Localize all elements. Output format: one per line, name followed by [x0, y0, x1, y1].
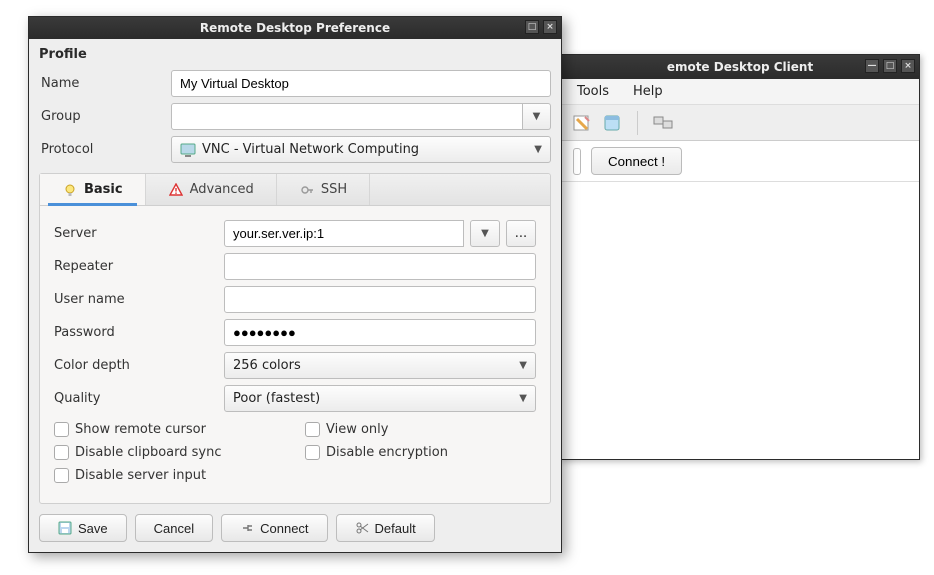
tab-frame: Basic Advanced SSH Server — [39, 173, 551, 504]
protocol-combo[interactable]: VNC - Virtual Network Computing ▼ — [171, 136, 551, 163]
username-input[interactable] — [224, 286, 536, 313]
tab-advanced[interactable]: Advanced — [146, 174, 277, 205]
check-label: Disable clipboard sync — [75, 445, 222, 460]
protocol-value: VNC - Virtual Network Computing — [202, 142, 419, 157]
menu-tools[interactable]: Tools — [577, 84, 609, 99]
maximize-button[interactable]: □ — [883, 59, 897, 73]
save-button[interactable]: Save — [39, 514, 127, 542]
check-view-only[interactable]: View only — [305, 422, 536, 437]
server-dropdown-button[interactable]: ▼ — [470, 220, 500, 247]
check-label: Disable server input — [75, 468, 206, 483]
cancel-label: Cancel — [154, 521, 194, 536]
cancel-button[interactable]: Cancel — [135, 514, 213, 542]
toolbar-separator — [637, 111, 638, 135]
client-menubar: Tools Help — [561, 79, 919, 105]
address-input[interactable] — [573, 148, 581, 175]
repeater-label: Repeater — [54, 259, 224, 274]
server-browse-button[interactable]: ... — [506, 220, 536, 247]
check-disable-encryption[interactable]: Disable encryption — [305, 445, 536, 460]
tab-advanced-label: Advanced — [190, 182, 254, 197]
client-toolbar — [561, 105, 919, 141]
check-label: Show remote cursor — [75, 422, 206, 437]
client-titlebar[interactable]: emote Desktop Client — □ × — [561, 55, 919, 79]
dialog-title: Remote Desktop Preference — [200, 21, 390, 35]
minimize-button[interactable]: — — [865, 59, 879, 73]
dialog-maximize-button[interactable]: □ — [525, 20, 539, 34]
quality-label: Quality — [54, 391, 224, 406]
save-label: Save — [78, 521, 108, 536]
warning-icon — [168, 182, 184, 198]
key-icon — [299, 182, 315, 198]
checkbox-icon — [54, 422, 69, 437]
checkbox-icon — [54, 445, 69, 460]
preference-dialog: Remote Desktop Preference □ × Profile Na… — [28, 16, 562, 553]
default-button[interactable]: Default — [336, 514, 435, 542]
username-label: User name — [54, 292, 224, 307]
close-button[interactable]: × — [901, 59, 915, 73]
chevron-down-icon: ▼ — [519, 393, 527, 404]
checkbox-icon — [305, 445, 320, 460]
plug-icon — [240, 521, 254, 535]
client-body — [561, 181, 919, 459]
chevron-down-icon: ▼ — [534, 144, 542, 155]
document-icon[interactable] — [601, 112, 623, 134]
profile-section-label: Profile — [39, 47, 551, 62]
server-label: Server — [54, 226, 224, 241]
dialog-titlebar[interactable]: Remote Desktop Preference □ × — [29, 17, 561, 39]
repeater-input[interactable] — [224, 253, 536, 280]
colordepth-value: 256 colors — [233, 358, 301, 373]
vnc-icon — [180, 142, 196, 158]
screens-icon[interactable] — [652, 112, 674, 134]
quality-value: Poor (fastest) — [233, 391, 320, 406]
tab-strip: Basic Advanced SSH — [40, 174, 550, 206]
group-combo[interactable]: ▼ — [171, 103, 551, 130]
quality-combo[interactable]: Poor (fastest) ▼ — [224, 385, 536, 412]
check-disable-clipboard-sync[interactable]: Disable clipboard sync — [54, 445, 285, 460]
tab-ssh[interactable]: SSH — [277, 174, 370, 205]
save-icon — [58, 521, 72, 535]
name-label: Name — [41, 76, 171, 91]
colordepth-label: Color depth — [54, 358, 224, 373]
check-disable-server-input[interactable]: Disable server input — [54, 468, 285, 483]
check-label: Disable encryption — [326, 445, 448, 460]
server-input[interactable] — [224, 220, 464, 247]
dialog-footer: Save Cancel Connect Default — [39, 514, 551, 542]
check-show-remote-cursor[interactable]: Show remote cursor — [54, 422, 285, 437]
edit-icon[interactable] — [571, 112, 593, 134]
tab-basic[interactable]: Basic — [40, 174, 146, 205]
group-input[interactable] — [171, 103, 523, 130]
chevron-down-icon: ▼ — [519, 360, 527, 371]
colordepth-combo[interactable]: 256 colors ▼ — [224, 352, 536, 379]
connect-button[interactable]: Connect ! — [591, 147, 682, 175]
name-input[interactable] — [171, 70, 551, 97]
tab-basic-content: Server ▼ ... Repeater User name Password… — [40, 206, 550, 503]
checkbox-icon — [305, 422, 320, 437]
default-label: Default — [375, 521, 416, 536]
connect-button[interactable]: Connect — [221, 514, 327, 542]
checkbox-icon — [54, 468, 69, 483]
tab-basic-label: Basic — [84, 182, 123, 197]
password-label: Password — [54, 325, 224, 340]
check-label: View only — [326, 422, 388, 437]
tab-ssh-label: SSH — [321, 182, 347, 197]
protocol-label: Protocol — [41, 142, 171, 157]
client-title: emote Desktop Client — [667, 60, 813, 74]
scissors-icon — [355, 521, 369, 535]
group-label: Group — [41, 109, 171, 124]
password-input[interactable] — [224, 319, 536, 346]
lightbulb-icon — [62, 182, 78, 198]
client-window: emote Desktop Client — □ × Tools Help Co… — [560, 54, 920, 460]
menu-help[interactable]: Help — [633, 84, 663, 99]
client-address-bar: Connect ! — [561, 141, 919, 181]
group-dropdown-icon[interactable]: ▼ — [523, 103, 551, 130]
connect-label: Connect — [260, 521, 308, 536]
dialog-close-button[interactable]: × — [543, 20, 557, 34]
